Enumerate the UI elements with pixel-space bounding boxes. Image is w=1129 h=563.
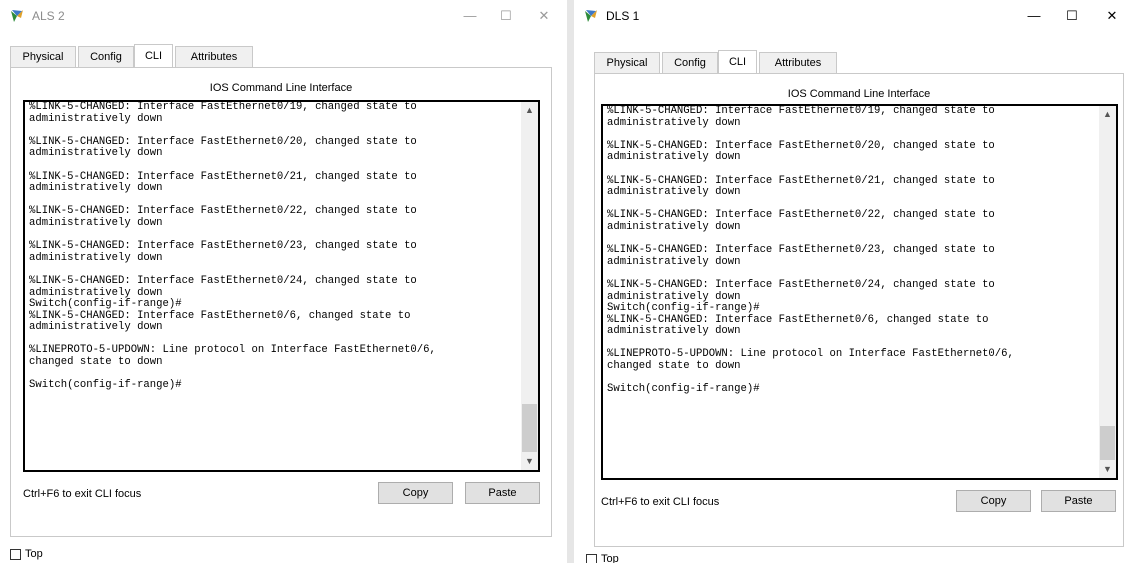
scroll-down-arrow-icon[interactable]: ▼ [521,453,538,470]
title-bar[interactable]: ALS 2 — ☐ ✕ [0,0,567,32]
packet-tracer-app-icon [585,10,597,22]
scroll-down-arrow-icon[interactable]: ▼ [1099,461,1116,478]
terminal-output[interactable]: %LINK-5-CHANGED: Interface FastEthernet0… [25,102,538,392]
terminal-output[interactable]: %LINK-5-CHANGED: Interface FastEthernet0… [603,106,1116,396]
cli-focus-hint: Ctrl+F6 to exit CLI focus [23,488,142,500]
window-title: DLS 1 [606,9,640,23]
top-checkbox[interactable]: Top [10,548,43,560]
packet-tracer-app-icon [11,10,23,22]
cli-panel: IOS Command Line Interface %LINK-5-CHANG… [594,73,1124,547]
top-checkbox-label: Top [25,548,43,560]
cli-header: IOS Command Line Interface [209,82,353,94]
maximize-button[interactable]: ☐ [489,4,523,28]
tab-config[interactable]: Config [662,52,718,73]
top-checkbox[interactable]: Top [586,553,619,563]
tab-config[interactable]: Config [78,46,134,67]
top-checkbox-box[interactable] [10,548,21,560]
top-checkbox-label: Top [601,553,619,563]
maximize-button[interactable]: ☐ [1055,4,1089,28]
paste-button[interactable]: Paste [1041,490,1116,512]
copy-button[interactable]: Copy [378,482,453,504]
window-title: ALS 2 [32,9,65,23]
title-bar[interactable]: DLS 1 — ☐ ✕ [574,0,1129,32]
terminal-scrollbar[interactable]: ▲ ▼ [521,102,538,470]
als2-window: ALS 2 — ☐ ✕ Physical Config CLI Attribut… [0,0,567,563]
minimize-button[interactable]: — [1017,4,1051,28]
window-divider [567,0,574,563]
tab-physical[interactable]: Physical [594,52,660,73]
close-button[interactable]: ✕ [1095,4,1129,28]
close-button[interactable]: ✕ [527,4,561,28]
minimize-button[interactable]: — [453,4,487,28]
tab-cli[interactable]: CLI [134,44,173,67]
scroll-thumb[interactable] [522,404,537,452]
copy-button[interactable]: Copy [956,490,1031,512]
cli-focus-hint: Ctrl+F6 to exit CLI focus [601,496,720,508]
terminal-scrollbar[interactable]: ▲ ▼ [1099,106,1116,478]
scroll-up-arrow-icon[interactable]: ▲ [521,102,538,119]
top-checkbox-box[interactable] [586,553,597,563]
tab-attributes[interactable]: Attributes [759,52,837,73]
dls1-window: DLS 1 — ☐ ✕ Physical Config CLI Attribut… [574,0,1129,563]
tab-physical[interactable]: Physical [10,46,76,67]
tab-cli[interactable]: CLI [718,50,757,73]
scroll-up-arrow-icon[interactable]: ▲ [1099,106,1116,123]
cli-terminal[interactable]: %LINK-5-CHANGED: Interface FastEthernet0… [23,100,540,472]
tab-attributes[interactable]: Attributes [175,46,253,67]
paste-button[interactable]: Paste [465,482,540,504]
scroll-thumb[interactable] [1100,426,1115,460]
cli-header: IOS Command Line Interface [787,88,931,100]
cli-terminal[interactable]: %LINK-5-CHANGED: Interface FastEthernet0… [601,104,1118,480]
cli-panel: IOS Command Line Interface %LINK-5-CHANG… [10,67,552,537]
